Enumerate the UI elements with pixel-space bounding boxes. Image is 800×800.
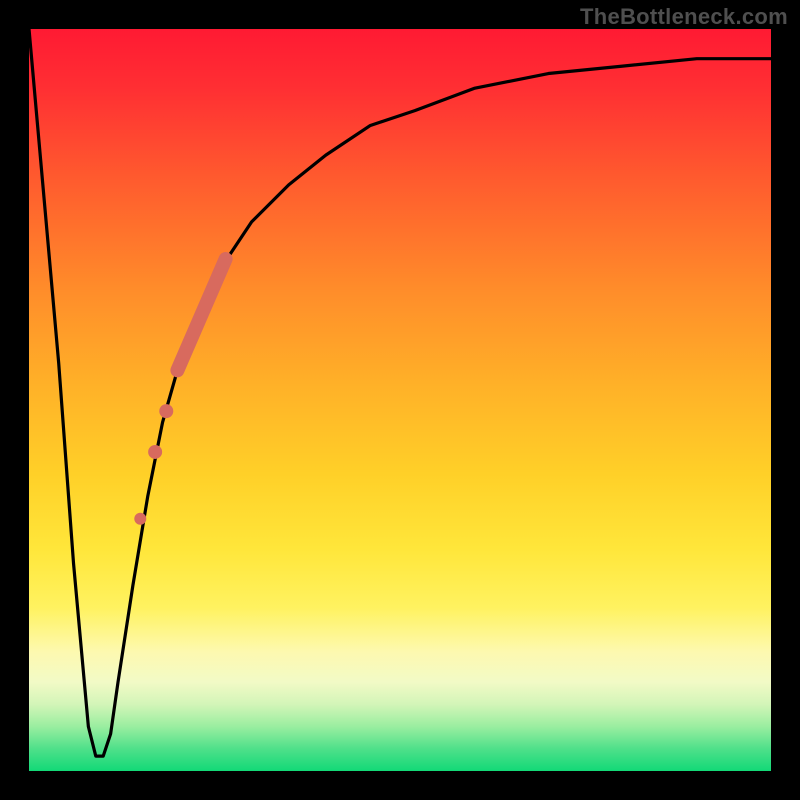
dot-2 xyxy=(148,445,162,459)
watermark-text: TheBottleneck.com xyxy=(580,4,788,30)
dot-3 xyxy=(134,513,146,525)
chart-frame: TheBottleneck.com xyxy=(0,0,800,800)
plot-area xyxy=(29,29,771,771)
bottleneck-curve xyxy=(29,29,771,756)
series-layer xyxy=(29,29,771,756)
highlight-band xyxy=(177,259,225,370)
chart-svg xyxy=(29,29,771,771)
markers-layer xyxy=(134,259,225,525)
dot-1 xyxy=(159,404,173,418)
